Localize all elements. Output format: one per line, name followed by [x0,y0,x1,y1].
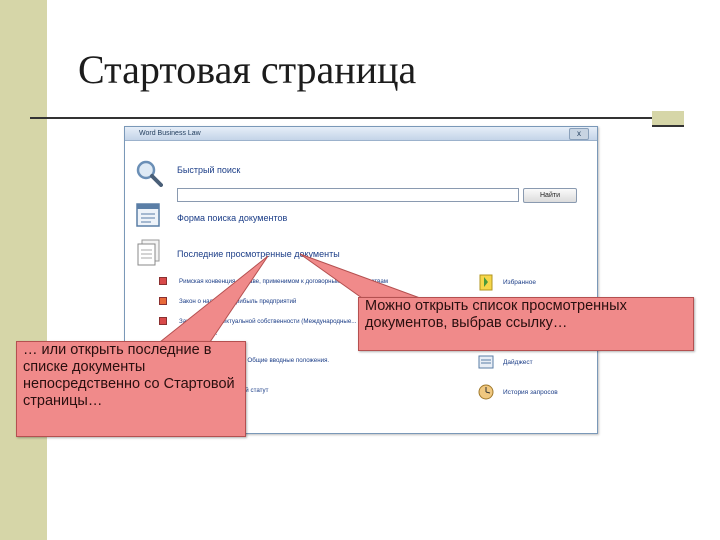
favorites-icon [479,274,493,291]
document-icon [159,317,167,326]
recent-docs-icon [137,239,160,266]
window-title: Word Business Law [139,130,201,137]
decorative-corner-block [652,111,684,125]
window-titlebar: Word Business Law x [125,127,597,141]
title-divider [30,117,662,119]
document-icon [159,297,167,306]
find-button[interactable]: Найти [523,188,577,203]
quick-search-label: Быстрый поиск [177,165,241,175]
magnifier-icon [136,160,163,187]
slide-title: Стартовая страница [78,47,417,92]
decorative-corner-rule [652,125,684,127]
callout-open-list: Можно открыть список просмотренных докум… [358,297,694,351]
document-icon [159,277,167,286]
quick-search-input[interactable] [177,188,519,202]
recent-document-row[interactable]: Римская конвенция о праве, применимом к … [159,276,459,288]
form-search-icon [136,203,160,227]
digest-icon [478,355,494,369]
recent-docs-link[interactable]: Последние просмотренные документы [177,249,340,259]
callout-open-recent: … или открыть последние в списке докумен… [16,341,246,437]
digest-link[interactable]: Дайджест [503,359,533,366]
history-link[interactable]: История запросов [503,389,558,396]
recent-document-title: Закон о налоге на прибыль предприятий [179,298,297,305]
form-search-link[interactable]: Форма поиска документов [177,213,287,223]
recent-document-title: Римская конвенция о праве, применимом к … [179,278,389,285]
window-close-button[interactable]: x [569,128,589,140]
history-icon [478,384,494,400]
favorites-link[interactable]: Избранное [503,279,536,286]
decorative-side-stripe [0,0,47,540]
recent-document-title: ...положения. [179,330,218,337]
recent-document-title: Закон о интеллектуальной собственности (… [179,318,357,325]
